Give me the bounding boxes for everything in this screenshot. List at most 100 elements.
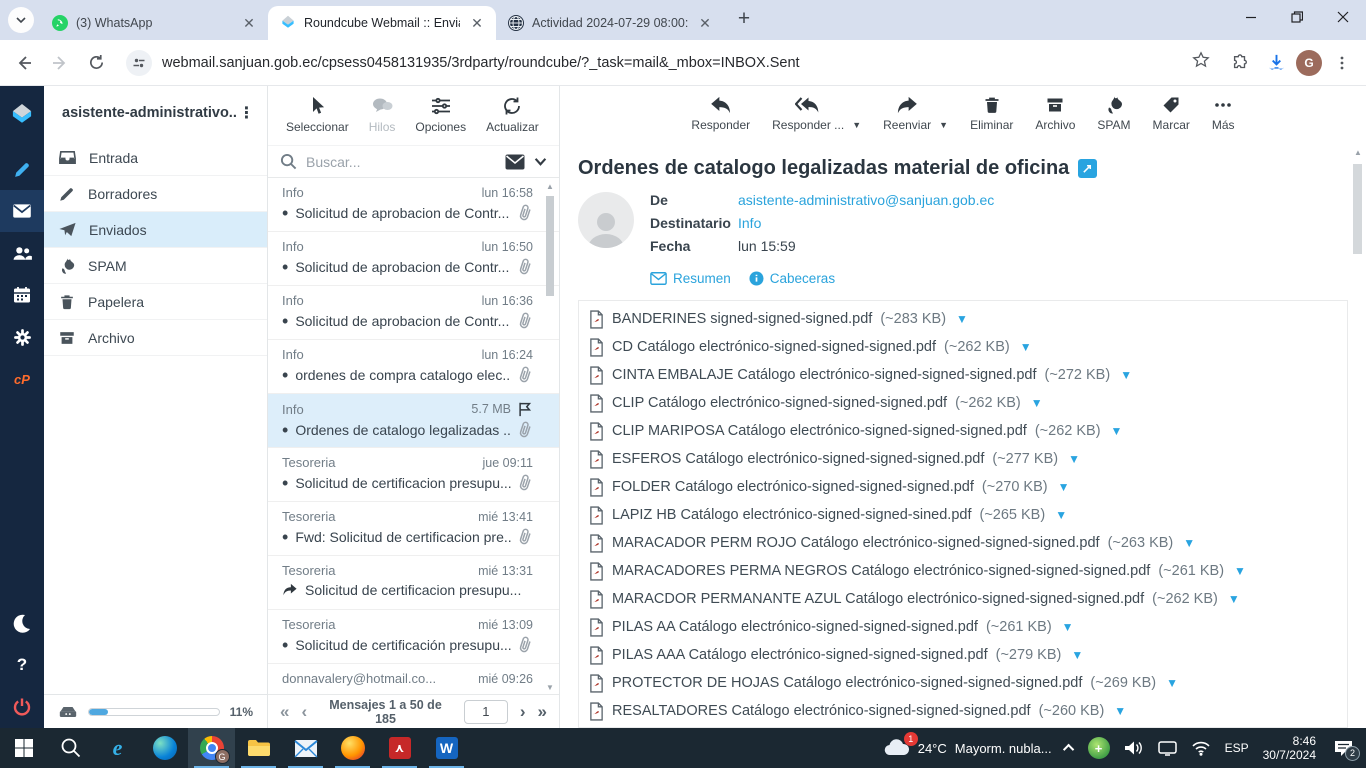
scroll-up-icon[interactable]: ▲ [1354, 148, 1362, 157]
message-list-item[interactable]: Tesoreria mié 13:31 • Solicitud de certi… [268, 556, 559, 610]
attachment-name[interactable]: PILAS AAA Catálogo electrónico-signed-si… [612, 647, 988, 663]
attachment-menu-caret[interactable]: ▼ [956, 312, 968, 326]
word-icon[interactable]: W [423, 728, 470, 768]
mark-button[interactable]: Marcar [1153, 95, 1190, 145]
attachment-menu-caret[interactable]: ▼ [1114, 704, 1126, 718]
attachment-row[interactable]: BANDERINES signed-signed-signed.pdf (~28… [589, 305, 1337, 333]
attachment-row[interactable]: CLIP Catálogo electrónico-signed-signed-… [589, 389, 1337, 417]
back-button[interactable] [8, 47, 40, 79]
attachment-name[interactable]: BANDERINES signed-signed-signed.pdf [612, 311, 872, 327]
attachment-row[interactable]: FOLDER Catálogo electrónico-signed-signe… [589, 473, 1337, 501]
attachment-name[interactable]: MARACADORES PERMA NEGROS Catálogo electr… [612, 563, 1150, 579]
headers-link[interactable]: Cabeceras [749, 271, 835, 286]
compose-button[interactable] [0, 148, 44, 190]
attachment-menu-caret[interactable]: ▼ [1166, 676, 1178, 690]
mail-app-icon[interactable] [282, 728, 329, 768]
account-menu-icon[interactable]: ⋮ [237, 103, 257, 123]
attachment-row[interactable]: MARACDOR PERMANANTE AZUL Catálogo electr… [589, 585, 1337, 613]
restore-button[interactable] [1274, 0, 1320, 34]
attachment-name[interactable]: CLIP MARIPOSA Catálogo electrónico-signe… [612, 423, 1027, 439]
first-page-button[interactable]: « [280, 702, 289, 722]
message-list-item[interactable]: Tesoreria mié 13:41 • Fwd: Solicitud de … [268, 502, 559, 556]
antivirus-tray-icon[interactable]: + [1087, 737, 1110, 759]
message-list-item[interactable]: Info lun 16:50 • Solicitud de aprobacion… [268, 232, 559, 286]
url-input[interactable] [162, 54, 1182, 71]
folder-entrada[interactable]: Entrada [44, 140, 267, 176]
folder-papelera[interactable]: Papelera [44, 284, 267, 320]
main-scrollbar[interactable]: ▲ [1352, 148, 1364, 724]
tab-close-button[interactable]: ✕ [240, 14, 258, 32]
attachment-row[interactable]: LAPIZ HB Catálogo electrónico-signed-sig… [589, 501, 1337, 529]
attachment-menu-caret[interactable]: ▼ [1058, 480, 1070, 494]
taskbar-search-icon[interactable] [47, 728, 94, 768]
message-list-item[interactable]: Info lun 16:58 • Solicitud de aprobacion… [268, 178, 559, 232]
delete-button[interactable]: Eliminar [970, 95, 1013, 145]
folder-enviados[interactable]: Enviados [44, 212, 267, 248]
message-list-item[interactable]: Info lun 16:36 • Solicitud de aprobacion… [268, 286, 559, 340]
refresh-button[interactable] [80, 47, 112, 79]
attachment-name[interactable]: CLIP Catálogo electrónico-signed-signed-… [612, 395, 947, 411]
from-address-link[interactable]: asistente-administrativo@sanjuan.gob.ec [738, 192, 994, 208]
more-button[interactable]: Más [1212, 95, 1235, 145]
scroll-up-icon[interactable]: ▲ [546, 182, 554, 191]
attachment-row[interactable]: RESALTADORES Catálogo electrónico-signed… [589, 697, 1337, 725]
archive-button[interactable]: Archivo [1035, 95, 1075, 145]
attachment-name[interactable]: ESFEROS Catálogo electrónico-signed-sign… [612, 451, 984, 467]
scrollbar-thumb[interactable] [1353, 164, 1362, 254]
browser-profile-avatar[interactable]: G [1296, 49, 1322, 76]
attachment-menu-caret[interactable]: ▼ [1068, 452, 1080, 466]
internet-explorer-icon[interactable]: e [94, 728, 141, 768]
message-list-item[interactable]: Info lun 16:24 • ordenes de compra catal… [268, 340, 559, 394]
bookmark-star-icon[interactable] [1192, 51, 1210, 74]
attachment-name[interactable]: PILAS AA Catálogo electrónico-signed-sig… [612, 619, 978, 635]
address-bar[interactable] [116, 46, 1220, 80]
forward-button[interactable] [44, 47, 76, 79]
folder-archivo[interactable]: Archivo [44, 320, 267, 356]
settings-nav-icon[interactable] [0, 316, 44, 358]
extensions-icon[interactable] [1224, 47, 1256, 79]
refresh-list-button[interactable]: Actualizar [486, 95, 539, 134]
edit-as-new-icon[interactable] [1078, 159, 1098, 178]
download-icon[interactable] [1260, 47, 1292, 79]
minimize-button[interactable] [1228, 0, 1274, 34]
message-list-item[interactable]: donnavalery@hotmail.co... mié 09:26 • [268, 664, 559, 694]
attachment-menu-caret[interactable]: ▼ [1228, 592, 1240, 606]
display-tray-icon[interactable] [1157, 740, 1177, 756]
clock[interactable]: 8:46 30/7/2024 [1263, 734, 1316, 762]
new-tab-button[interactable]: + [730, 6, 758, 34]
message-list-item[interactable]: Info 5.7 MB • Ordenes de catalogo legali… [268, 394, 559, 448]
attachment-name[interactable]: FOLDER Catálogo electrónico-signed-signe… [612, 479, 974, 495]
attachment-row[interactable]: CINTA EMBALAJE Catálogo electrónico-sign… [589, 361, 1337, 389]
attachment-row[interactable]: PILAS AA Catálogo electrónico-signed-sig… [589, 613, 1337, 641]
attachment-menu-caret[interactable]: ▼ [1062, 620, 1074, 634]
help-icon[interactable]: ? [0, 644, 44, 686]
attachment-name[interactable]: PROTECTOR DE HOJAS Catálogo electrónico-… [612, 675, 1082, 691]
attachment-name[interactable]: MARACDOR PERMANANTE AZUL Catálogo electr… [612, 591, 1144, 607]
next-page-button[interactable]: › [520, 702, 526, 722]
tab-roundcube-active[interactable]: Roundcube Webmail :: Enviados ✕ [268, 6, 496, 40]
tab-close-button[interactable]: ✕ [468, 14, 486, 32]
tab-search-button[interactable] [8, 7, 34, 33]
attachment-row[interactable]: MARACADORES PERMA NEGROS Catálogo electr… [589, 557, 1337, 585]
tray-overflow-icon[interactable] [1062, 743, 1074, 756]
action-center-icon[interactable]: 2 [1330, 740, 1360, 761]
attachment-menu-caret[interactable]: ▼ [1183, 536, 1195, 550]
attachment-menu-caret[interactable]: ▼ [1020, 340, 1032, 354]
close-window-button[interactable] [1320, 0, 1366, 34]
forward-button[interactable]: Reenviar [883, 95, 931, 145]
firefox-icon[interactable] [329, 728, 376, 768]
scrollbar-thumb[interactable] [546, 196, 554, 296]
list-scrollbar[interactable]: ▲ ▼ [545, 182, 555, 692]
to-address-link[interactable]: Info [738, 215, 761, 231]
acrobat-icon[interactable]: ⋏ [376, 728, 423, 768]
attachment-menu-caret[interactable]: ▼ [1031, 396, 1043, 410]
cpanel-icon[interactable]: cP [0, 358, 44, 400]
summary-link[interactable]: Resumen [650, 271, 731, 286]
reply-all-menu-caret[interactable]: ▼ [852, 120, 861, 130]
attachment-menu-caret[interactable]: ▼ [1071, 648, 1083, 662]
dark-mode-icon[interactable] [0, 602, 44, 644]
attachment-name[interactable]: CINTA EMBALAJE Catálogo electrónico-sign… [612, 367, 1036, 383]
scroll-down-icon[interactable]: ▼ [546, 683, 554, 692]
prev-page-button[interactable]: ‹ [301, 702, 307, 722]
mail-nav-icon[interactable] [0, 190, 44, 232]
